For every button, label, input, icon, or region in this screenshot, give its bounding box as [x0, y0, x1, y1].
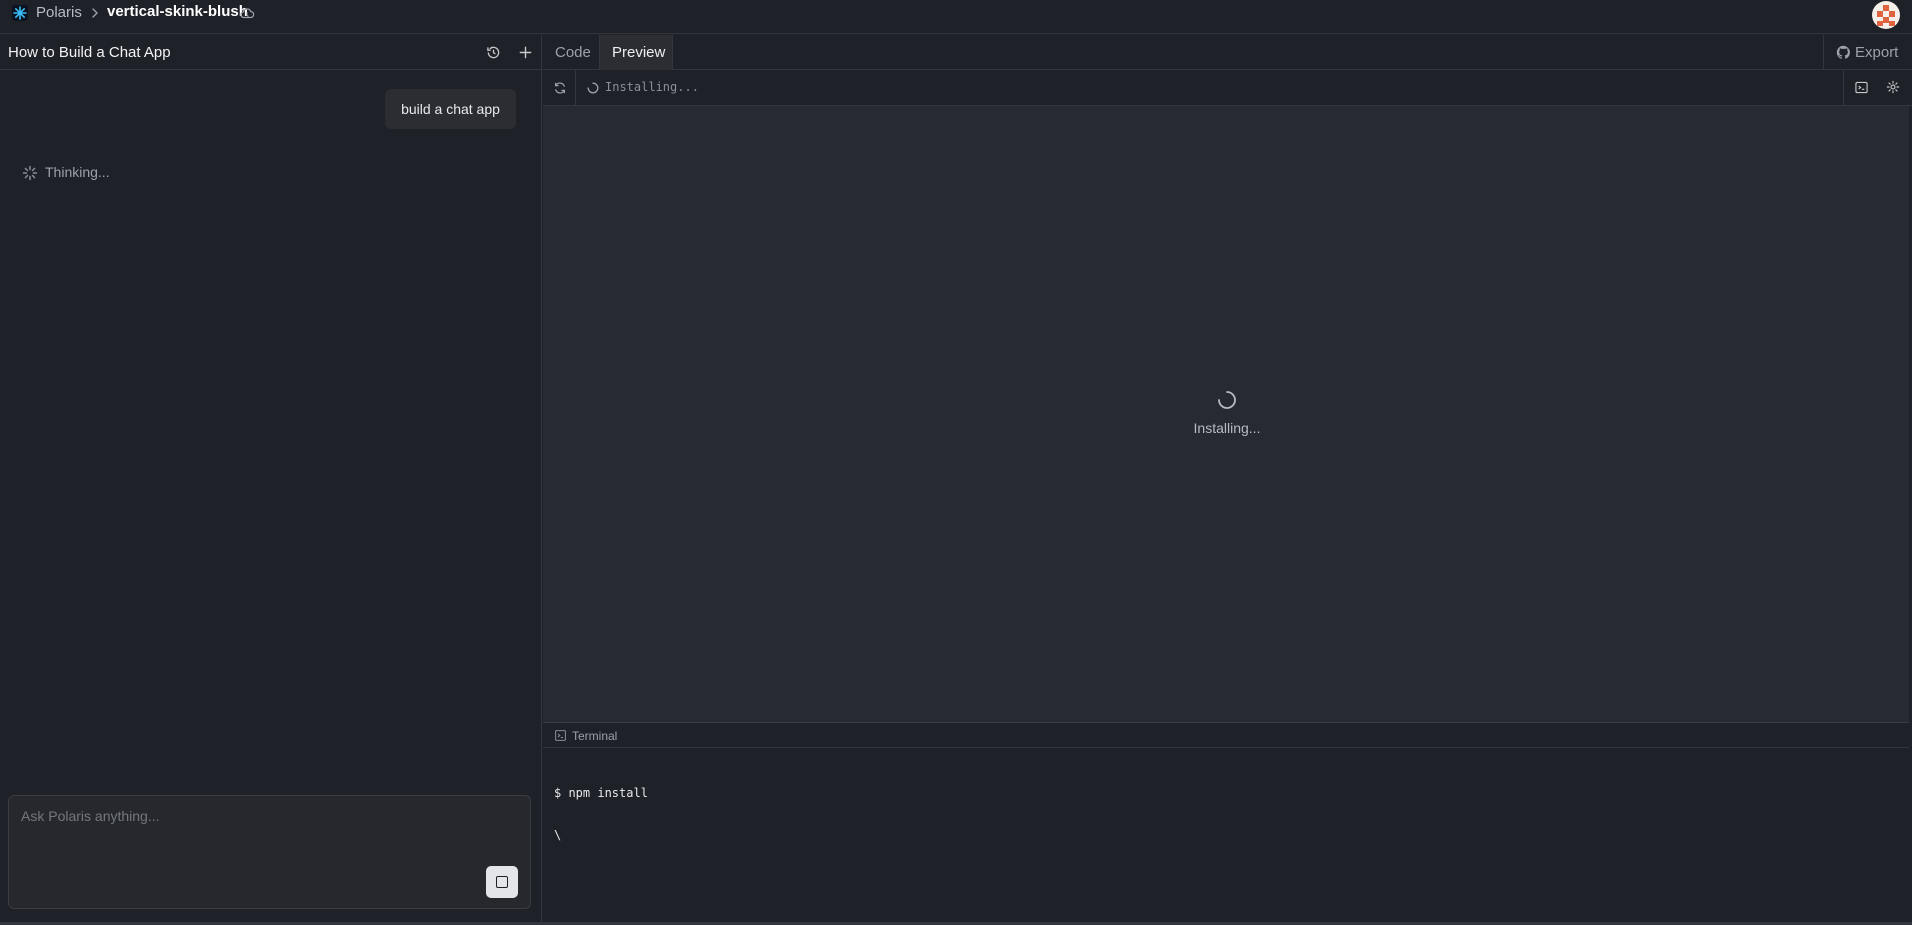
prompt-input[interactable] [21, 806, 501, 826]
app-name-link[interactable]: Polaris [36, 4, 82, 21]
conversation-title: How to Build a Chat App [8, 44, 171, 61]
divider [1843, 70, 1844, 105]
export-label: Export [1855, 44, 1899, 61]
prompt-composer [8, 795, 531, 909]
preview-status-text: Installing... [1193, 420, 1261, 436]
terminal-title: Terminal [572, 729, 618, 743]
history-icon[interactable] [486, 45, 501, 60]
terminal-icon [555, 730, 566, 741]
preview-frame: Installing... [543, 106, 1909, 722]
assistant-status: Thinking... [45, 164, 110, 180]
tab-preview[interactable]: Preview [599, 35, 673, 70]
terminal-toggle-icon[interactable] [1855, 81, 1868, 94]
avatar-pattern-icon [1877, 5, 1895, 26]
stop-icon [496, 876, 508, 888]
loader-icon [22, 165, 38, 181]
refresh-icon[interactable] [553, 81, 567, 95]
user-message-bubble: build a chat app [385, 89, 516, 129]
gear-icon[interactable] [1886, 80, 1900, 94]
spinner-icon [1218, 391, 1236, 409]
stop-generation-button[interactable] [486, 866, 518, 898]
chat-header: How to Build a Chat App [0, 35, 541, 70]
project-name[interactable]: vertical-skink-blush [107, 3, 248, 20]
terminal-output[interactable]: $ npm install \ [554, 758, 1894, 870]
top-bar: Polaris vertical-skink-blush [0, 0, 1912, 34]
cloud-sync-icon [240, 8, 255, 19]
chevron-right-icon [92, 8, 98, 18]
export-button[interactable]: Export [1823, 35, 1912, 70]
spinner-icon [587, 82, 599, 94]
workspace-tabs: Code Preview Export [543, 35, 1912, 70]
preview-address-bar: Installing... [543, 70, 1912, 106]
polaris-logo-icon [12, 5, 28, 21]
preview-url-status: Installing... [605, 80, 699, 94]
workspace-panel: Code Preview Export Installing... Instal… [543, 35, 1912, 925]
chat-panel: How to Build a Chat App build a chat app… [0, 35, 542, 925]
github-icon [1836, 45, 1850, 59]
new-conversation-plus-icon[interactable] [518, 45, 533, 60]
terminal-panel: Terminal $ npm install \ [543, 722, 1909, 915]
divider [575, 70, 576, 105]
terminal-header: Terminal [543, 723, 1909, 748]
terminal-line: \ [554, 828, 562, 842]
tab-code[interactable]: Code [543, 35, 599, 70]
user-avatar[interactable] [1872, 1, 1900, 29]
terminal-line: $ npm install [554, 786, 648, 800]
